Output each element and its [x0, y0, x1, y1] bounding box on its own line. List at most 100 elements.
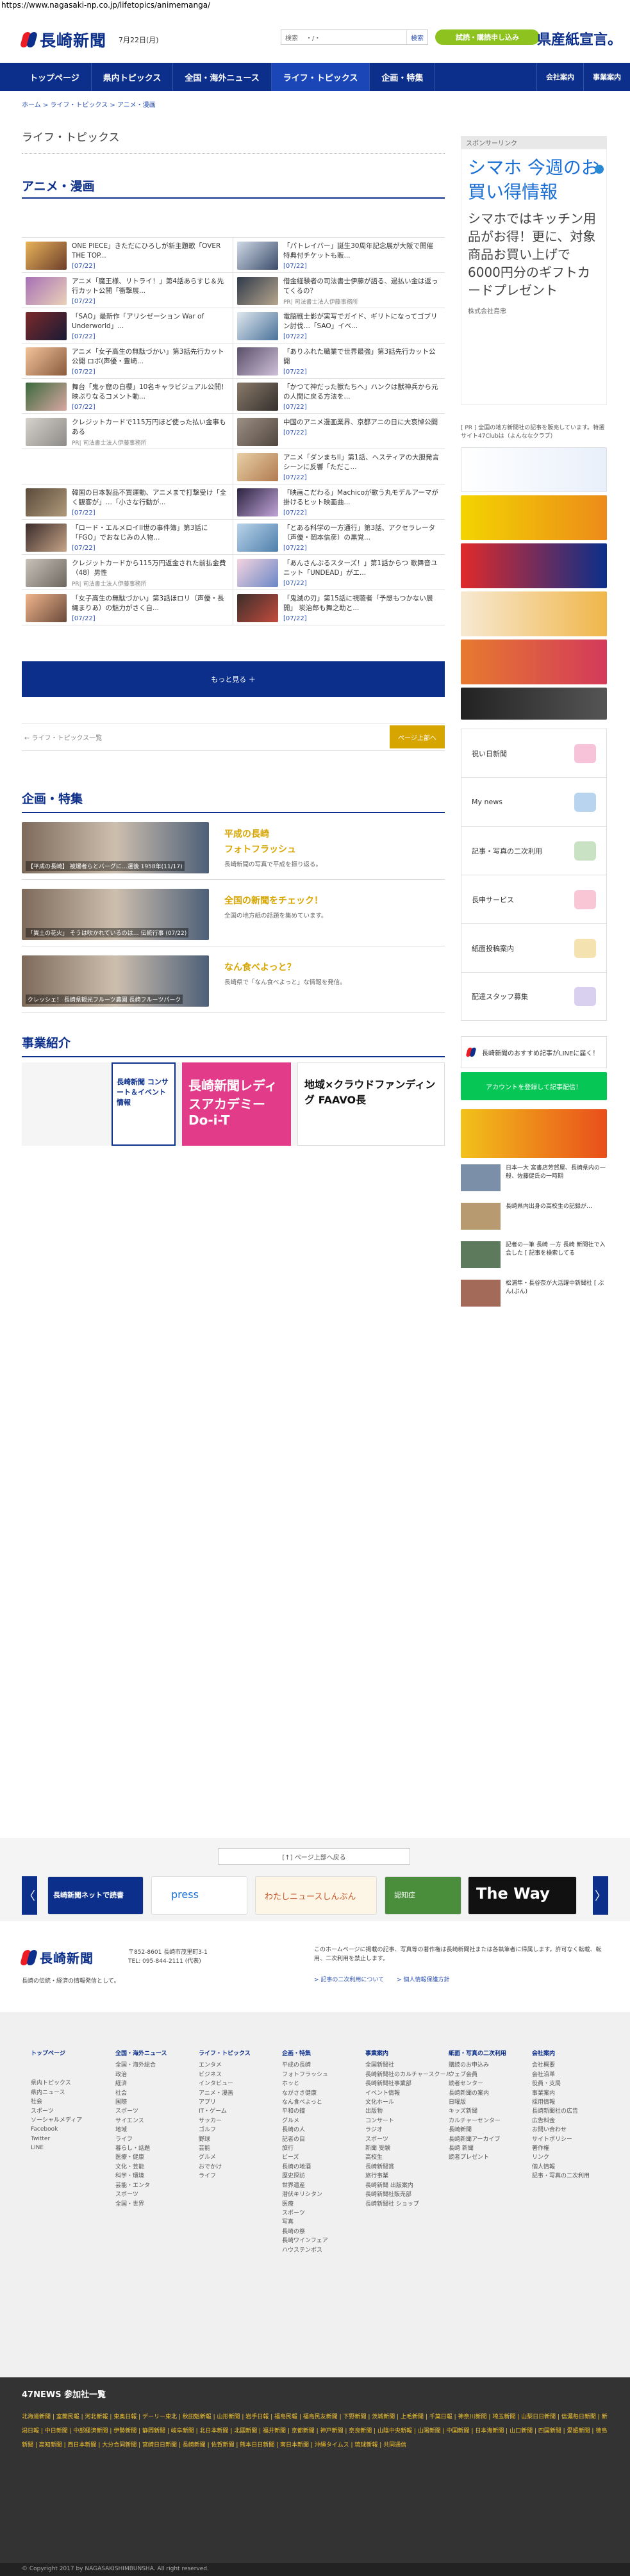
footer-link[interactable]: ラジオ: [365, 2126, 451, 2134]
footer-link[interactable]: スポーツ: [115, 2190, 167, 2199]
footer-link[interactable]: 会社概要: [532, 2061, 590, 2070]
business-banner-concert[interactable]: 長崎新聞 コンサート＆イベント情報: [112, 1062, 176, 1146]
banner-essay-contest[interactable]: [461, 591, 607, 636]
url-bar[interactable]: https://www.nagasaki-np.co.jp/lifetopics…: [0, 0, 630, 10]
footer-link[interactable]: 県内ニュース: [31, 2088, 82, 2097]
banner-campaign[interactable]: [461, 495, 607, 540]
footer-link[interactable]: ビーズ: [282, 2153, 328, 2162]
back-link[interactable]: ← ライフ・トピックス一覧: [24, 732, 102, 742]
footer-link[interactable]: 社会: [115, 2089, 167, 2098]
banner-weekly-ranking[interactable]: [461, 1109, 607, 1158]
footer-link[interactable]: 長崎新聞の案内: [449, 2089, 506, 2098]
footer-link[interactable]: 長崎新聞 出版案内: [365, 2181, 451, 2190]
footer-link[interactable]: 長崎新聞アーカイブ: [449, 2135, 506, 2144]
footer-reuse-link[interactable]: > 記事の二次利用について: [314, 1975, 384, 1983]
sponsored-ad[interactable]: シマホ 今週のお買い得情報 シマホではキッチン用品がお得！更に、対象商品お買い上…: [461, 149, 607, 405]
side-link-service[interactable]: 長申サービス: [461, 875, 607, 923]
side-link-reuse[interactable]: 記事・写真の二次利用: [461, 826, 607, 875]
article-card[interactable]: 「かつて神だった獣たちへ」ハンクは獣神兵から元の人間に戻る方法を... [07/2…: [233, 379, 445, 414]
news47-links[interactable]: 北海道新聞 | 室蘭民報 | 河北新報 | 東奥日報 | デーリー東北 | 秋田…: [0, 2410, 630, 2452]
site-logo[interactable]: 長崎新聞: [22, 28, 106, 51]
footer-link[interactable]: ホッと: [282, 2079, 328, 2088]
banner-web-gallery[interactable]: [461, 688, 607, 720]
footer-link[interactable]: 長崎の地酒: [282, 2163, 328, 2172]
ad-info-icon[interactable]: [595, 165, 604, 174]
banner-anniversary[interactable]: [461, 543, 607, 588]
article-card[interactable]: 借金経験者の司法書士伊藤が語る、過払い金は返ってくるの？ PR| 司法書士法人伊藤…: [233, 273, 445, 308]
footer-link[interactable]: エンタメ: [199, 2061, 251, 2070]
footer-logo[interactable]: 長崎新聞: [22, 1948, 94, 1967]
carousel-banner-3[interactable]: わたしニュースしんぶん: [255, 1876, 377, 1915]
footer-link[interactable]: ハウステンボス: [282, 2246, 328, 2255]
footer-link[interactable]: 長崎新聞社 ショップ: [365, 2200, 451, 2209]
footer-link[interactable]: ライフ: [115, 2135, 167, 2144]
footer-link[interactable]: [31, 2061, 82, 2070]
footer-link[interactable]: インタビュー: [199, 2079, 251, 2088]
footer-link[interactable]: 地域: [115, 2126, 167, 2134]
more-button[interactable]: もっと見る ＋: [22, 661, 445, 697]
article-card[interactable]: 韓国の日本製品不買運動、アニメまで打撃受け「全く観客が」…「小さな行動が... […: [22, 484, 233, 520]
footer-link[interactable]: IT・ゲーム: [199, 2107, 251, 2116]
footer-link[interactable]: 国際: [115, 2098, 167, 2107]
footer-link[interactable]: ソーシャルメディア: [31, 2116, 82, 2125]
nav-features[interactable]: 企画・特集: [370, 63, 436, 91]
footer-link[interactable]: 長崎新聞社事業部: [365, 2079, 451, 2088]
footer-link[interactable]: 科学・環境: [115, 2172, 167, 2181]
line-register-button[interactable]: アカウントを登録して記事配信！: [461, 1072, 607, 1100]
footer-link[interactable]: グルメ: [282, 2117, 328, 2126]
footer-link[interactable]: 野球: [199, 2135, 251, 2144]
footer-link[interactable]: 暮らし・話題: [115, 2144, 167, 2153]
article-card[interactable]: アニメ「女子高生の無駄づかい」第3話先行カット公開 ロボ(声優・豊崎... [07…: [22, 343, 233, 379]
footer-link[interactable]: 読者プレゼント: [449, 2153, 506, 2162]
footer-link[interactable]: 長崎ワインフェア: [282, 2236, 328, 2245]
article-card[interactable]: 「SAO」最新作「アリシゼーション War of Underworld」... […: [22, 308, 233, 343]
side-news-item[interactable]: 松浦隼・長谷奈が大活躍中新聞社 [ ぶん(ぶん): [461, 1280, 607, 1312]
article-card[interactable]: 「あんさんぶるスターズ！」第1話からつ 歌舞音ユニット「UNDEAD」がエ...…: [233, 555, 445, 590]
footer-link[interactable]: 経済: [115, 2079, 167, 2088]
article-card[interactable]: クレジットカードから115万円返金された前払金費（48）男性 PR| 司法書士法人…: [22, 555, 233, 590]
footer-link[interactable]: 芸能: [199, 2144, 251, 2153]
line-promo[interactable]: 長崎新聞のおすすめ記事がLINEに届く！: [461, 1036, 607, 1068]
footer-link[interactable]: [31, 2070, 82, 2079]
article-card[interactable]: 電脳戦士影が実写でガイド、ギリトになってゴブリン討伐…「SAO」イベ... [07…: [233, 308, 445, 343]
nav-top[interactable]: トップページ: [0, 63, 92, 91]
carousel-banner-1[interactable]: 長崎新聞ネットで読書: [47, 1876, 144, 1915]
footer-link[interactable]: サッカー: [199, 2117, 251, 2126]
side-link-staff[interactable]: 配達スタッフ募集: [461, 972, 607, 1021]
footer-link[interactable]: 医療: [282, 2200, 328, 2209]
footer-link[interactable]: 長崎 新聞: [449, 2144, 506, 2153]
feature-item[interactable]: クレッシェ！ 長崎県観光フルーツ農園 長崎フルーツパーク なん食べよっと？ 長崎県で…: [22, 955, 445, 1013]
footer-link[interactable]: ビジネス: [199, 2070, 251, 2079]
side-link-mynews[interactable]: My news: [461, 777, 607, 826]
footer-link[interactable]: 文化ホール: [365, 2098, 451, 2107]
side-link-celebration[interactable]: 祝い日新聞: [461, 729, 607, 777]
footer-link[interactable]: 旅行: [282, 2144, 328, 2153]
footer-link[interactable]: グルメ: [199, 2153, 251, 2162]
ad-body[interactable]: シマホではキッチン用品がお得！更に、対象商品お買い上げで6000円分のギフトカー…: [468, 210, 600, 299]
promo-banner[interactable]: 県産紙宣言。: [506, 28, 622, 48]
nav-business[interactable]: 事業案内: [583, 63, 630, 91]
pr-text[interactable]: [ PR ] 全国の地方新聞社の記事を販売しています。特選サイト47Clubは（…: [461, 424, 607, 441]
footer-link[interactable]: ウェブ会員: [449, 2070, 506, 2079]
nav-local[interactable]: 県内トピックス: [92, 63, 174, 91]
footer-link[interactable]: フォトフラッシュ: [282, 2070, 328, 2079]
footer-link[interactable]: 長崎新聞社の広告: [532, 2107, 590, 2116]
business-banner-doit[interactable]: 長崎新聞レディスアカデミー Do-i-T: [182, 1062, 291, 1146]
footer-link[interactable]: お問い合わせ: [532, 2126, 590, 2134]
footer-privacy-link[interactable]: > 個人情報保護方針: [397, 1975, 449, 1983]
footer-link[interactable]: 県内トピックス: [31, 2079, 82, 2088]
article-card[interactable]: 「鬼滅の刃」第15話に視聴者「予想もつかない展開」 炭治郎も舞之助と... [07…: [233, 590, 445, 625]
footer-link[interactable]: 全国・海外総合: [115, 2061, 167, 2070]
footer-link[interactable]: 個人情報: [532, 2163, 590, 2172]
footer-link[interactable]: 広告料金: [532, 2117, 590, 2126]
article-card[interactable]: 中国のアニメ漫画業界、京都アニの日に大哀悼公開 [07/22]: [233, 414, 445, 449]
page-top-button[interactable]: ページ上部へ: [390, 725, 445, 748]
business-banner-faavo[interactable]: 地域×クラウドファンディング FAAVO長: [297, 1062, 445, 1146]
carousel-banner-2[interactable]: press: [151, 1876, 247, 1915]
side-news-item[interactable]: 長崎県内出身の高校生の記録が…: [461, 1203, 607, 1235]
footer-link[interactable]: 長崎新聞社販売部: [365, 2190, 451, 2199]
footer-link[interactable]: サイトポリシー: [532, 2135, 590, 2144]
footer-link[interactable]: 高校生: [365, 2153, 451, 2162]
footer-link[interactable]: 長崎の人: [282, 2126, 328, 2134]
business-carousel[interactable]: 長崎新聞 コンサート＆イベント情報 長崎新聞レディスアカデミー Do-i-T 地…: [22, 1062, 445, 1146]
